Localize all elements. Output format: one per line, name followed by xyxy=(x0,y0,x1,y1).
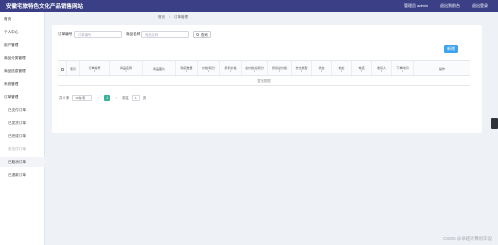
page-suffix: 页 xyxy=(142,96,147,100)
search-icon xyxy=(196,32,200,37)
order-no-label: 订单编号 xyxy=(58,32,73,36)
sort-icon[interactable]: ⇕ xyxy=(253,70,255,73)
watermark: CSDN @卓越计算机毕设 xyxy=(443,236,492,241)
search-button-label: 查询 xyxy=(200,33,208,37)
side-scroll-handle[interactable] xyxy=(491,118,498,129)
next-page-button[interactable]: › xyxy=(113,95,119,101)
column-header[interactable]: 订单编号 ⇕ xyxy=(80,61,110,77)
column-header: 索引 xyxy=(67,61,80,77)
sidebar-item-paid-orders[interactable]: 已支付订单 xyxy=(0,105,45,115)
column-header[interactable]: 状态 ⇕ xyxy=(312,61,332,77)
column-header[interactable]: 折扣价格 ⇕ xyxy=(220,61,242,77)
breadcrumb-home[interactable]: 首页 xyxy=(158,15,165,20)
breadcrumb-separator: / xyxy=(169,15,170,19)
select-all-checkbox[interactable] xyxy=(60,67,64,71)
sort-icon[interactable]: ⇕ xyxy=(380,70,382,73)
sidebar-item-categories[interactable]: 商品分类管理 xyxy=(0,53,45,63)
sort-icon[interactable]: ⇕ xyxy=(300,70,302,73)
add-button[interactable]: 新增 xyxy=(444,45,458,53)
goto-label: 前往 xyxy=(122,96,129,100)
column-header[interactable]: 总价格/总积分 ⇕ xyxy=(242,61,268,77)
admin-user-link[interactable]: 管理员 admin xyxy=(404,3,428,9)
column-header-label: 商品图片 xyxy=(152,67,165,71)
sort-icon[interactable]: ⇕ xyxy=(207,70,209,73)
column-header: 操作 xyxy=(414,61,470,77)
column-header[interactable]: 地址 ⇕ xyxy=(332,61,352,77)
sidebar-item-refunded-orders[interactable]: 已退款订单 xyxy=(0,170,45,180)
column-header[interactable]: 电话 ⇕ xyxy=(352,61,372,77)
page-number-current[interactable]: 1 xyxy=(104,94,111,101)
column-header[interactable]: 购买数量 ⇕ xyxy=(176,61,198,77)
sort-icon[interactable]: ⇕ xyxy=(360,70,362,73)
prev-page-button[interactable]: ‹ xyxy=(95,95,101,101)
table-header: 索引 订单编号 ⇕ 商品名称 ⇕ 商品图片 购买数量 ⇕ 价格/积分 ⇕ 折扣价格 ⇕ 总… xyxy=(58,60,470,77)
sort-icon[interactable]: ⇕ xyxy=(278,70,280,73)
sort-icon[interactable]: ⇕ xyxy=(185,70,187,73)
total-count: 共 0 条 xyxy=(59,96,70,100)
top-header: 安徽宅旅特色文化产品销售网站 管理员 admin 退出到前台 退出登录 xyxy=(0,0,498,12)
sidebar-item-shipped-orders[interactable]: 已发货订单 xyxy=(0,118,45,128)
search-button[interactable]: 查询 xyxy=(193,31,211,38)
sidebar-item-users[interactable]: 用户管理 xyxy=(0,40,45,50)
column-header[interactable]: 收货人 ⇕ xyxy=(372,61,392,77)
column-header[interactable]: 支付类型 ⇕ xyxy=(292,61,312,77)
sort-icon[interactable]: ⇕ xyxy=(229,70,231,73)
site-title: 安徽宅旅特色文化产品销售网站 xyxy=(6,4,84,10)
sidebar-item-profile[interactable]: 个人中心 xyxy=(0,27,45,37)
sidebar: 首页 个人中心 用户管理 商品分类管理 商品信息管理 系统管理 订单管理 已支付… xyxy=(0,12,45,245)
sidebar-item-orders[interactable]: 订单管理 xyxy=(0,92,45,102)
order-no-input[interactable]: 订单编号 xyxy=(74,31,122,38)
sort-icon[interactable]: ⇕ xyxy=(125,70,127,73)
sort-icon[interactable]: ⇕ xyxy=(93,70,95,73)
sidebar-item-products[interactable]: 商品信息管理 xyxy=(0,66,45,76)
column-header-label: 操作 xyxy=(438,67,445,71)
column-header[interactable]: 价格/积分 ⇕ xyxy=(198,61,220,77)
header-links: 管理员 admin 退出到前台 退出登录 xyxy=(404,3,488,9)
column-header[interactable]: 下单时间 ⇕ xyxy=(392,61,414,77)
goto-page-input[interactable]: 1 xyxy=(131,94,140,101)
main-panel: 订单编号 订单编号 商品名称 商品名称 查询 新增 索引 订单编号 ⇕ 商品名称 ⇕… xyxy=(52,25,482,133)
product-name-input[interactable]: 商品名称 xyxy=(141,31,189,38)
page-size-select[interactable]: 10条/页 xyxy=(72,94,93,101)
column-header[interactable]: 商品名称 ⇕ xyxy=(110,61,143,77)
column-header[interactable]: 折扣总价格 ⇕ xyxy=(268,61,292,77)
select-all-cell xyxy=(58,61,67,77)
breadcrumb: 首页 / 订单管理 xyxy=(158,15,188,20)
sidebar-item-home[interactable]: 首页 xyxy=(0,14,45,24)
sidebar-item-unpaid-orders[interactable]: 未支付订单 xyxy=(0,144,45,154)
sidebar-item-completed-orders[interactable]: 已完成订单 xyxy=(0,131,45,141)
breadcrumb-current: 订单管理 xyxy=(173,15,188,19)
product-name-label: 商品名称 xyxy=(126,32,141,36)
column-header-label: 索引 xyxy=(69,67,76,71)
logout-link[interactable]: 退出登录 xyxy=(472,3,488,9)
front-site-link[interactable]: 退出到前台 xyxy=(440,3,460,9)
pagination: 共 0 条 10条/页 ‹ 1 › 前往 1 页 xyxy=(59,94,146,101)
sidebar-item-system[interactable]: 系统管理 xyxy=(0,79,45,89)
empty-table-text: 暂无数据 xyxy=(58,76,470,86)
sidebar-item-cancelled-orders[interactable]: 已取消订单 xyxy=(0,157,45,167)
sort-icon[interactable]: ⇕ xyxy=(340,70,342,73)
sort-icon[interactable]: ⇕ xyxy=(320,70,322,73)
column-header: 商品图片 xyxy=(143,61,176,77)
sort-icon[interactable]: ⇕ xyxy=(401,70,403,73)
